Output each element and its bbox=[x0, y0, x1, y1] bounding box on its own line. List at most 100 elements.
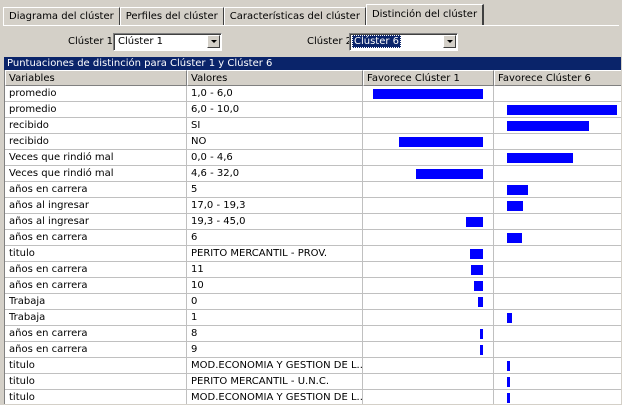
variable-cell: años en carrera bbox=[5, 326, 187, 342]
tab-strip: Diagrama del clúster Perfiles del clúster… bbox=[3, 4, 485, 26]
favors-cluster6-cell bbox=[494, 118, 621, 134]
variable-cell: años en carrera bbox=[5, 278, 187, 294]
favors-cluster1-cell bbox=[363, 134, 494, 150]
favors-cluster6-cell bbox=[494, 342, 621, 358]
favors-cluster6-bar bbox=[507, 313, 512, 323]
favors-cluster1-bar bbox=[471, 265, 483, 275]
favors-cluster1-cell bbox=[363, 166, 494, 182]
favors-cluster1-cell bbox=[363, 294, 494, 310]
value-cell: 4,6 - 32,0 bbox=[187, 166, 363, 182]
chevron-down-icon[interactable] bbox=[443, 35, 456, 48]
table-row[interactable]: años en carrera 11 bbox=[5, 262, 621, 278]
cluster1-label: Clúster 1: bbox=[68, 36, 117, 47]
favors-cluster6-cell bbox=[494, 374, 621, 390]
table-row[interactable]: recibido NO bbox=[5, 134, 621, 150]
value-cell: NO bbox=[187, 134, 363, 150]
table-row[interactable]: titulo PERITO MERCANTIL - U.N.C. bbox=[5, 374, 621, 390]
favors-cluster6-cell bbox=[494, 198, 621, 214]
favors-cluster1-cell bbox=[363, 198, 494, 214]
favors-cluster6-cell bbox=[494, 230, 621, 246]
grid-title: Puntuaciones de distinción para Clúster … bbox=[4, 57, 621, 70]
value-cell: 0 bbox=[187, 294, 363, 310]
value-cell: 6 bbox=[187, 230, 363, 246]
tab-2[interactable]: Perfiles del clúster bbox=[119, 7, 224, 25]
value-cell: SI bbox=[187, 118, 363, 134]
favors-cluster1-bar bbox=[470, 249, 483, 259]
table-row[interactable]: años al ingresar 17,0 - 19,3 bbox=[5, 198, 621, 214]
table-row[interactable]: años en carrera 9 bbox=[5, 342, 621, 358]
tab-3[interactable]: Características del clúster bbox=[223, 7, 366, 25]
table-row[interactable]: años en carrera 10 bbox=[5, 278, 621, 294]
tab-panel-border bbox=[3, 25, 619, 26]
favors-cluster1-cell bbox=[363, 262, 494, 278]
table-row[interactable]: Trabaja 1 bbox=[5, 310, 621, 326]
cluster-selectors: Clúster 1: Clúster 1 Clúster 2: Clúster … bbox=[0, 33, 622, 53]
favors-cluster1-bar bbox=[416, 169, 483, 179]
table-row[interactable]: titulo MOD.ECONOMIA Y GESTION DE L... bbox=[5, 358, 621, 374]
table-row[interactable]: promedio 6,0 - 10,0 bbox=[5, 102, 621, 118]
cluster1-dropdown[interactable]: Clúster 1 bbox=[113, 33, 222, 51]
favors-cluster6-bar bbox=[507, 153, 573, 163]
favors-cluster1-bar bbox=[466, 217, 483, 227]
tab-1[interactable]: Diagrama del clúster bbox=[3, 7, 120, 25]
favors-cluster1-cell bbox=[363, 230, 494, 246]
favors-cluster6-cell bbox=[494, 278, 621, 294]
favors-cluster1-cell bbox=[363, 358, 494, 374]
value-cell: 1 bbox=[187, 310, 363, 326]
favors-cluster6-cell bbox=[494, 246, 621, 262]
distinction-grid: Variables Valores Favorece Clúster 1 Favore… bbox=[4, 70, 621, 404]
favors-cluster1-bar bbox=[474, 281, 483, 291]
table-row[interactable]: titulo PERITO MERCANTIL - PROV. bbox=[5, 246, 621, 262]
variable-cell: titulo bbox=[5, 390, 187, 404]
favors-cluster1-bar bbox=[373, 89, 483, 99]
favors-cluster6-cell bbox=[494, 134, 621, 150]
favors-cluster6-cell bbox=[494, 166, 621, 182]
favors-cluster6-bar bbox=[507, 105, 617, 115]
favors-cluster6-bar bbox=[507, 361, 510, 371]
variable-cell: años al ingresar bbox=[5, 214, 187, 230]
table-row[interactable]: promedio 1,0 - 6,0 bbox=[5, 86, 621, 102]
table-row[interactable]: recibido SI bbox=[5, 118, 621, 134]
variable-cell: Trabaja bbox=[5, 310, 187, 326]
table-row[interactable]: Veces que rindió mal 0,0 - 4,6 bbox=[5, 150, 621, 166]
chevron-down-icon[interactable] bbox=[207, 35, 220, 48]
favors-cluster1-cell bbox=[363, 310, 494, 326]
favors-cluster6-bar bbox=[507, 201, 523, 211]
value-cell: 10 bbox=[187, 278, 363, 294]
value-cell: 5 bbox=[187, 182, 363, 198]
variable-cell: años en carrera bbox=[5, 182, 187, 198]
table-row[interactable]: años al ingresar 19,3 - 45,0 bbox=[5, 214, 621, 230]
value-cell: 9 bbox=[187, 342, 363, 358]
variable-cell: años al ingresar bbox=[5, 198, 187, 214]
favors-cluster1-bar bbox=[399, 137, 483, 147]
variable-cell: años en carrera bbox=[5, 342, 187, 358]
value-cell: 0,0 - 4,6 bbox=[187, 150, 363, 166]
table-row[interactable]: años en carrera 6 bbox=[5, 230, 621, 246]
table-row[interactable]: años en carrera 5 bbox=[5, 182, 621, 198]
cluster2-dropdown[interactable]: Clúster 6 bbox=[349, 33, 458, 51]
column-header-1[interactable]: Variables bbox=[5, 70, 187, 86]
favors-cluster1-cell bbox=[363, 278, 494, 294]
variable-cell: años en carrera bbox=[5, 230, 187, 246]
table-row[interactable]: Trabaja 0 bbox=[5, 294, 621, 310]
table-row[interactable]: Veces que rindió mal 4,6 - 32,0 bbox=[5, 166, 621, 182]
value-cell: 6,0 - 10,0 bbox=[187, 102, 363, 118]
value-cell: MOD.ECONOMIA Y GESTION DE L... bbox=[187, 358, 363, 374]
grid-header: Variables Valores Favorece Clúster 1 Favore… bbox=[5, 70, 621, 86]
favors-cluster1-cell bbox=[363, 214, 494, 230]
favors-cluster1-cell bbox=[363, 326, 494, 342]
favors-cluster6-cell bbox=[494, 310, 621, 326]
favors-cluster6-bar bbox=[507, 185, 528, 195]
favors-cluster1-cell bbox=[363, 246, 494, 262]
favors-cluster6-cell bbox=[494, 86, 621, 102]
favors-cluster6-bar bbox=[507, 393, 510, 403]
column-header-4[interactable]: Favorece Clúster 6 bbox=[494, 70, 621, 86]
column-header-2[interactable]: Valores bbox=[187, 70, 363, 86]
table-row[interactable]: titulo MOD.ECONOMIA Y GESTION DE L... bbox=[5, 390, 621, 404]
column-header-3[interactable]: Favorece Clúster 1 bbox=[363, 70, 494, 86]
favors-cluster6-cell bbox=[494, 326, 621, 342]
tab-4[interactable]: Distinción del clúster bbox=[365, 4, 485, 25]
variable-cell: promedio bbox=[5, 102, 187, 118]
table-row[interactable]: años en carrera 8 bbox=[5, 326, 621, 342]
variable-cell: promedio bbox=[5, 86, 187, 102]
